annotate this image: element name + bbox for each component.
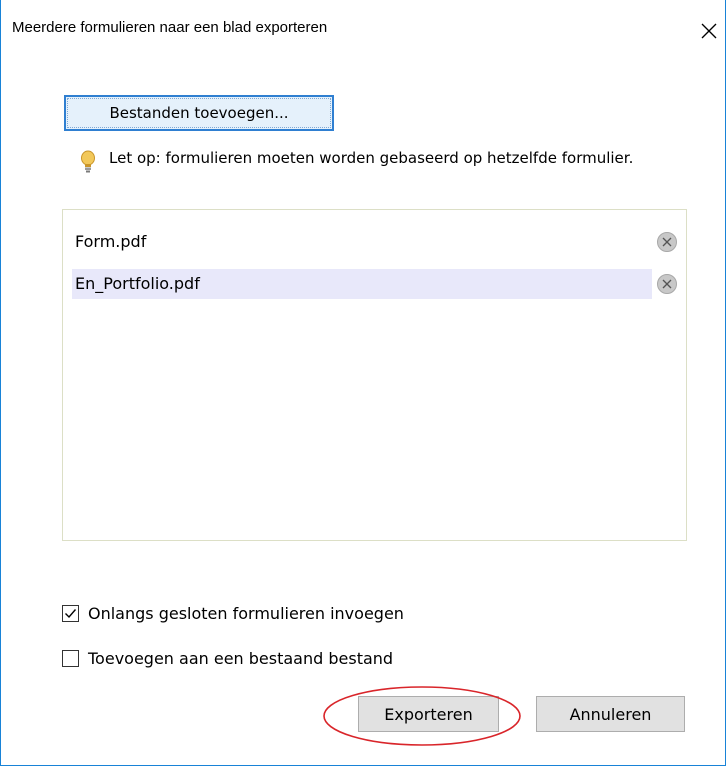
file-list-item[interactable]: Form.pdf <box>72 227 652 257</box>
insert-recent-forms-checkbox[interactable] <box>62 605 79 622</box>
remove-circle-icon <box>657 274 677 294</box>
cancel-button[interactable]: Annuleren <box>536 696 685 732</box>
append-existing-file-label[interactable]: Toevoegen aan een bestaand bestand <box>88 649 393 668</box>
dialog-title: Meerdere formulieren naar een blad expor… <box>12 19 328 36</box>
remove-file-button[interactable] <box>656 231 678 253</box>
file-list[interactable]: Form.pdf En_Portfolio.pdf <box>62 209 687 541</box>
remove-file-button[interactable] <box>656 273 678 295</box>
remove-circle-icon <box>657 232 677 252</box>
close-icon <box>701 23 717 39</box>
add-files-button-label: Bestanden toevoegen... <box>109 104 289 122</box>
insert-recent-forms-label[interactable]: Onlangs gesloten formulieren invoegen <box>88 604 404 623</box>
lightbulb-icon <box>79 150 97 174</box>
export-dialog: Meerdere formulieren naar een blad expor… <box>0 0 726 766</box>
add-files-button[interactable]: Bestanden toevoegen... <box>64 95 334 131</box>
title-bar: Meerdere formulieren naar een blad expor… <box>1 0 725 62</box>
export-button[interactable]: Exporteren <box>358 696 499 732</box>
close-button[interactable] <box>696 18 722 44</box>
cancel-button-label: Annuleren <box>569 704 652 724</box>
append-existing-file-checkbox[interactable] <box>62 650 79 667</box>
export-button-label: Exporteren <box>384 704 473 724</box>
file-list-item-selected[interactable]: En_Portfolio.pdf <box>72 269 652 299</box>
checkmark-icon <box>65 609 77 619</box>
hint-text: Let op: formulieren moeten worden gebase… <box>109 149 634 167</box>
